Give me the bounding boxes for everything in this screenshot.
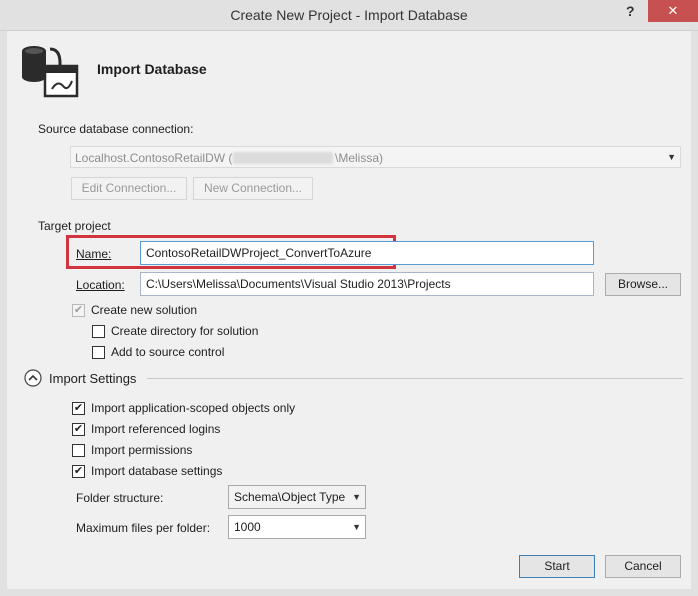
folder-structure-label: Folder structure: [76,491,164,505]
dialog-body: Import Database Source database connecti… [7,31,691,589]
location-input[interactable]: C:\Users\Melissa\Documents\Visual Studio… [140,272,594,296]
chevron-down-icon: ▼ [667,152,676,162]
page-title: Import Database [97,61,207,77]
folder-structure-select[interactable]: Schema\Object Type ▼ [228,485,366,509]
option-checkbox[interactable] [72,444,85,457]
option-label[interactable]: Import referenced logins [91,422,220,436]
option-checkbox[interactable] [72,402,85,415]
source-section-label: Source database connection: [38,122,194,136]
create-solution-checkbox [72,304,85,317]
option-label[interactable]: Import application-scoped objects only [91,401,295,415]
connection-prefix: Localhost.ContosoRetailDW ( [75,151,233,165]
option-checkbox[interactable] [72,423,85,436]
browse-button[interactable]: Browse... [605,273,681,296]
max-files-select[interactable]: 1000 ▼ [228,515,366,539]
option-label[interactable]: Import permissions [91,443,192,457]
name-label: Name: [76,247,111,261]
create-directory-checkbox[interactable] [92,325,105,338]
project-name-input[interactable]: ContosoRetailDWProject_ConvertToAzure [140,241,594,265]
start-button[interactable]: Start [519,555,595,578]
new-connection-button: New Connection... [193,177,313,200]
import-settings-divider [147,378,683,379]
window-title: Create New Project - Import Database [230,7,468,23]
folder-structure-value: Schema\Object Type [234,490,346,504]
name-label-text: Name: [76,247,112,261]
option-checkbox[interactable] [72,465,85,478]
import-settings-label: Import Settings [49,371,137,386]
help-button[interactable]: ? [626,3,635,19]
chevron-down-icon: ▼ [352,522,361,532]
cancel-button[interactable]: Cancel [605,555,681,578]
source-control-label[interactable]: Add to source control [111,345,224,359]
location-label: Location: [76,278,125,292]
edit-connection-button: Edit Connection... [71,177,187,200]
create-solution-label: Create new solution [91,303,198,317]
title-bar: Create New Project - Import Database ? ✕ [0,0,698,31]
location-label-text: Location: [76,278,125,292]
max-files-label: Maximum files per folder: [76,521,211,535]
target-section-label: Target project [38,219,111,233]
source-control-checkbox[interactable] [92,346,105,359]
option-label[interactable]: Import database settings [91,464,222,478]
create-directory-label[interactable]: Create directory for solution [111,324,258,338]
chevron-up-circle-icon [24,369,42,387]
connection-suffix: \Melissa) [335,151,384,165]
close-button[interactable]: ✕ [648,0,698,22]
redacted-server-name [233,152,333,164]
chevron-down-icon: ▼ [352,492,361,502]
import-database-icon [20,41,80,101]
collapse-section-button[interactable] [24,369,42,387]
max-files-value: 1000 [234,520,261,534]
source-connection-combo: Localhost.ContosoRetailDW ( \Melissa) ▼ [70,146,681,168]
